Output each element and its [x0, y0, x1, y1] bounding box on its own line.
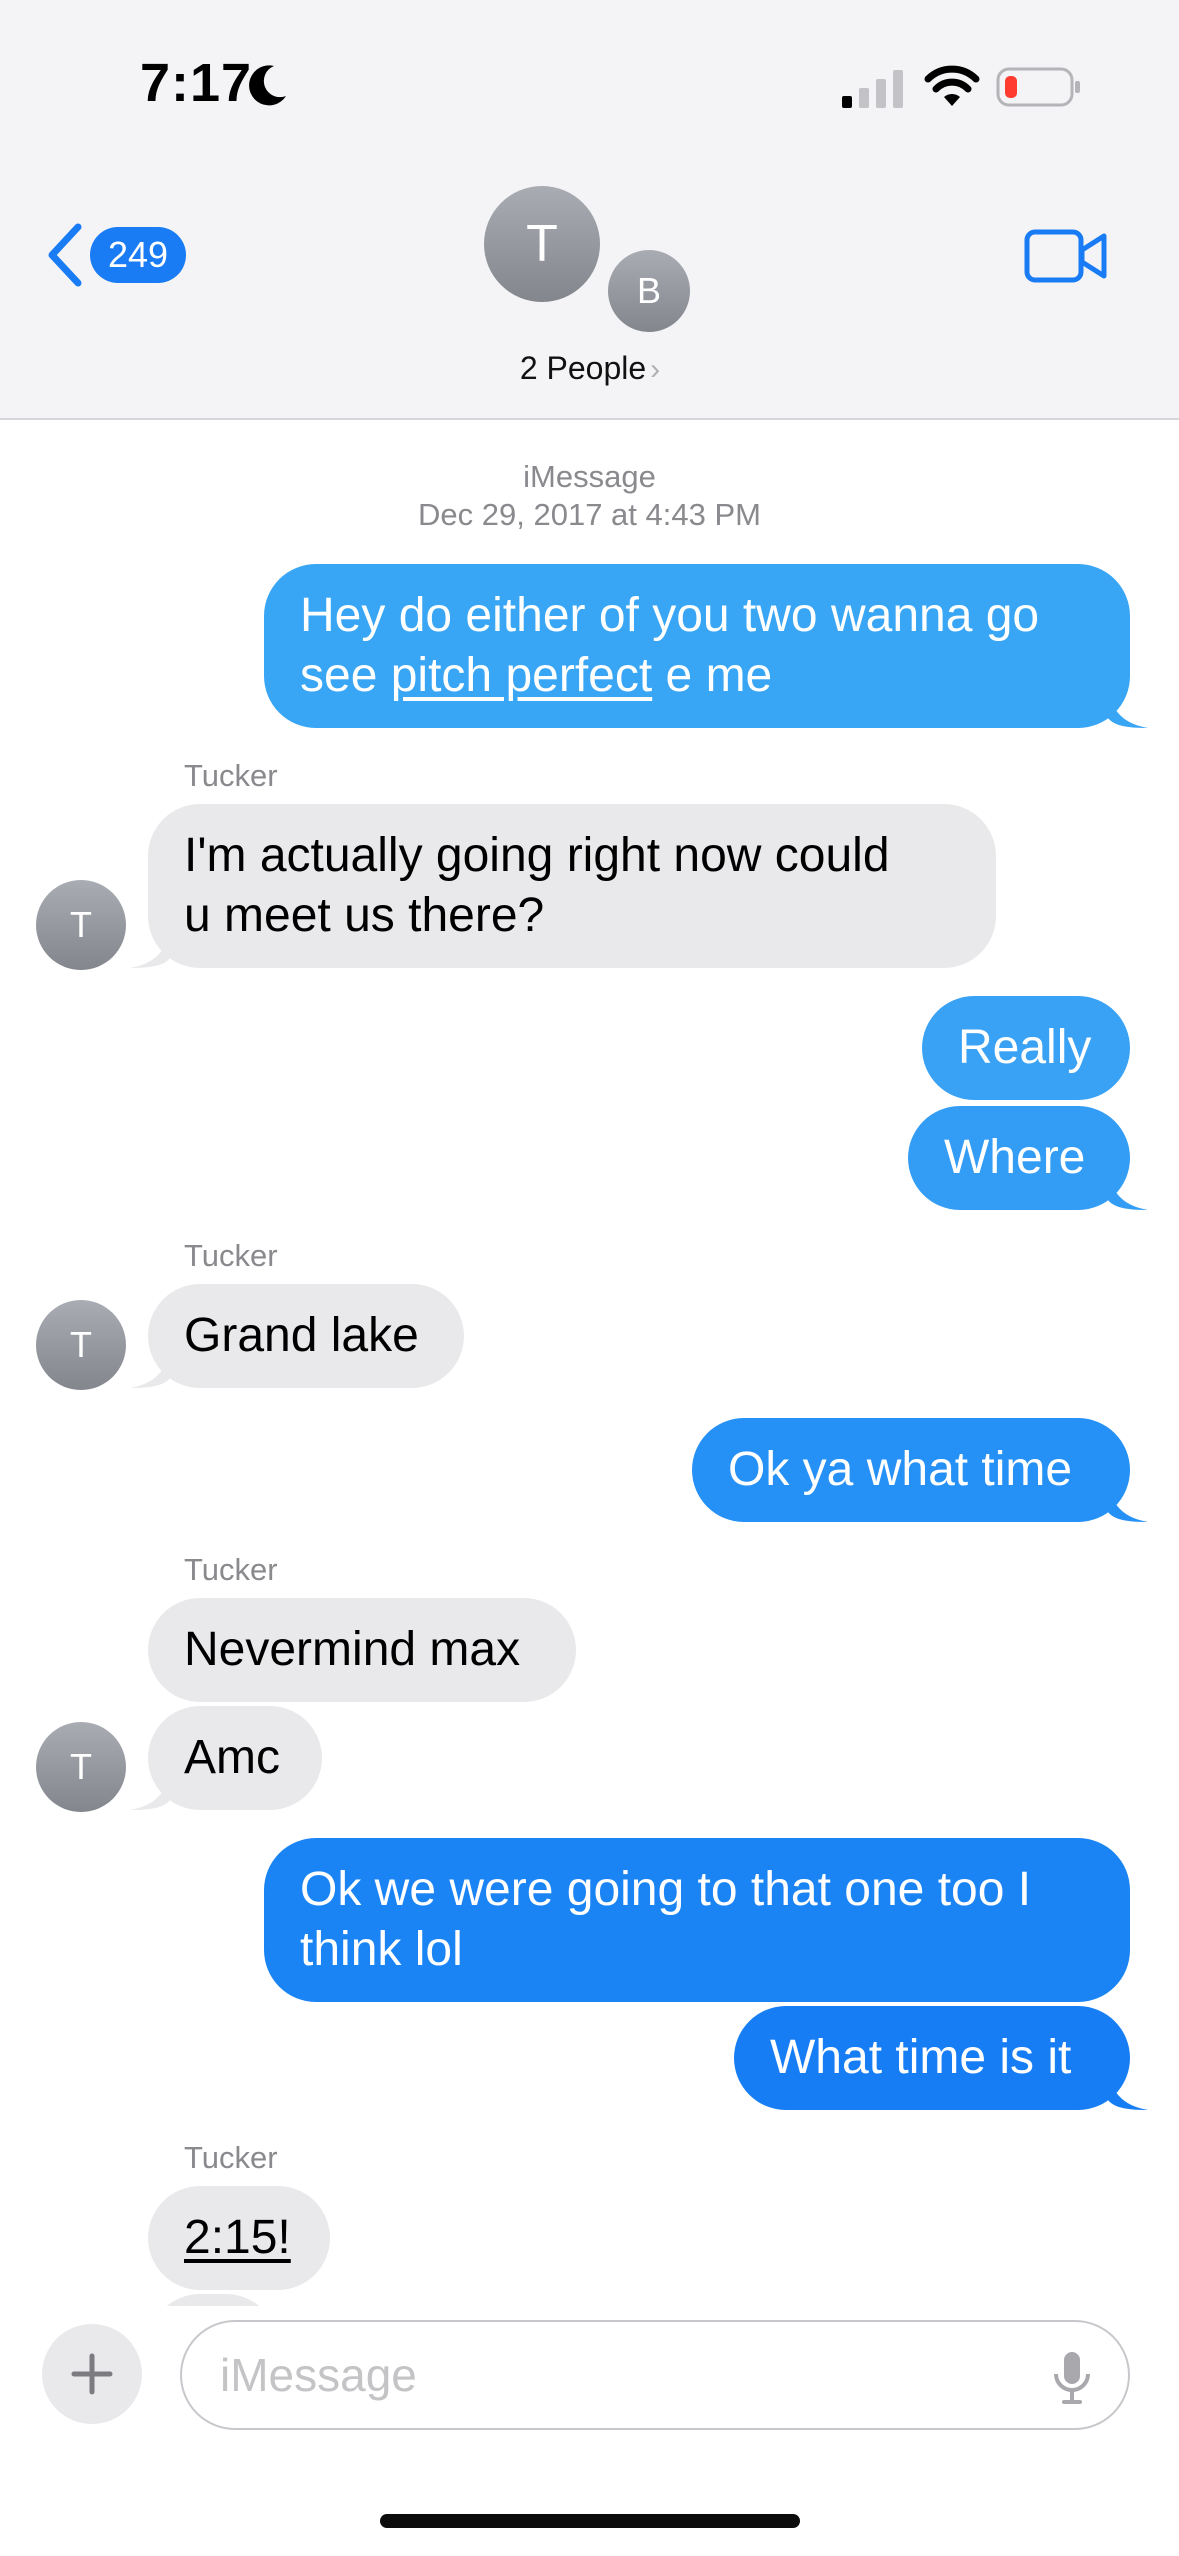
group-avatar-primary[interactable]: T: [484, 186, 600, 302]
message-link[interactable]: pitch perfect: [391, 649, 652, 702]
message-bubble-outgoing[interactable]: Ok we were going to that one too I think…: [264, 1838, 1130, 2002]
people-count-label: 2 People: [519, 350, 647, 386]
unread-count-badge: 249: [90, 227, 187, 283]
sender-avatar[interactable]: T: [36, 1722, 126, 1812]
sender-name: Tucker: [184, 1238, 278, 1273]
message-text: I'm actually going right now could u mee…: [184, 829, 890, 942]
thread-timestamp: Dec 29, 2017 at 4:43 PM: [418, 497, 761, 532]
message-bubble-incoming[interactable]: 2:15!: [148, 2186, 330, 2290]
message-text: Nevermind max: [184, 1623, 521, 1676]
message-text: Amc: [184, 1731, 280, 1784]
bubble-tail: [130, 1348, 170, 1388]
message-bubble-incoming[interactable]: Nevermind max: [148, 1598, 576, 1702]
video-camera-icon[interactable]: [1024, 228, 1108, 284]
group-avatar-secondary[interactable]: B: [604, 246, 694, 336]
service-label: iMessage: [523, 459, 656, 494]
sender-avatar[interactable]: T: [36, 1300, 126, 1390]
plus-icon: [71, 2353, 113, 2395]
message-text: Really: [958, 1021, 1092, 1074]
message-text: Ok ya what time: [728, 1443, 1073, 1496]
message-text: What time is it: [770, 2031, 1072, 2084]
cellular-signal-icon: [842, 70, 903, 108]
moon-icon: [249, 65, 286, 106]
message-input-placeholder: iMessage: [220, 2349, 417, 2401]
message-bubble-outgoing[interactable]: Hey do either of you two wanna go see pi…: [264, 564, 1148, 728]
message-text: Grand lake: [184, 1309, 419, 1362]
message-text: Hey do either of you two wanna go see pi…: [300, 586, 1039, 706]
group-details-link[interactable]: 2 People ›: [480, 350, 700, 387]
status-time: 7:17: [140, 53, 253, 113]
conversation-header: 249 T B 2 People ›: [0, 160, 1179, 420]
message-text: Where: [944, 1131, 1086, 1184]
message-text-part: e me: [652, 649, 773, 702]
bubble-tail: [1108, 1170, 1148, 1210]
wifi-icon: [924, 65, 980, 106]
sender-avatar[interactable]: T: [36, 880, 126, 970]
bubble-tail: [1108, 688, 1148, 728]
message-bubble-incoming[interactable]: Amc: [130, 1706, 322, 1810]
bubble-tail: [130, 928, 170, 968]
bubble-tail: [1108, 1482, 1148, 1522]
bubble-tail: [130, 1770, 170, 1810]
sender-name: Tucker: [184, 1552, 278, 1587]
message-bubble-incoming[interactable]: I'm actually going right now could u mee…: [130, 804, 996, 968]
sender-name: Tucker: [184, 2140, 278, 2175]
message-text: Ok we were going to that one too I think…: [300, 1863, 1032, 1976]
message-bubble-outgoing[interactable]: Really: [922, 996, 1130, 1100]
message-bubble-outgoing[interactable]: What time is it: [734, 2006, 1148, 2110]
message-input[interactable]: iMessage: [180, 2320, 1130, 2430]
battery-low-icon: [996, 67, 1080, 107]
chevron-right-icon: ›: [650, 353, 661, 386]
message-bubble-outgoing[interactable]: Ok ya what time: [692, 1418, 1148, 1522]
sender-name: Tucker: [184, 758, 278, 793]
message-text: 2:15!: [184, 2211, 291, 2264]
message-bubble-incoming[interactable]: Grand lake: [130, 1284, 464, 1388]
microphone-icon[interactable]: [1052, 2350, 1092, 2406]
chevron-left-icon: [48, 223, 82, 287]
home-indicator[interactable]: [380, 2514, 800, 2528]
apps-plus-button[interactable]: [42, 2324, 142, 2424]
bubble-tail: [1108, 2070, 1148, 2110]
back-button[interactable]: 249: [44, 220, 204, 290]
status-bar: 7:17: [0, 0, 1179, 160]
message-bubble-outgoing[interactable]: Where: [908, 1106, 1148, 1210]
